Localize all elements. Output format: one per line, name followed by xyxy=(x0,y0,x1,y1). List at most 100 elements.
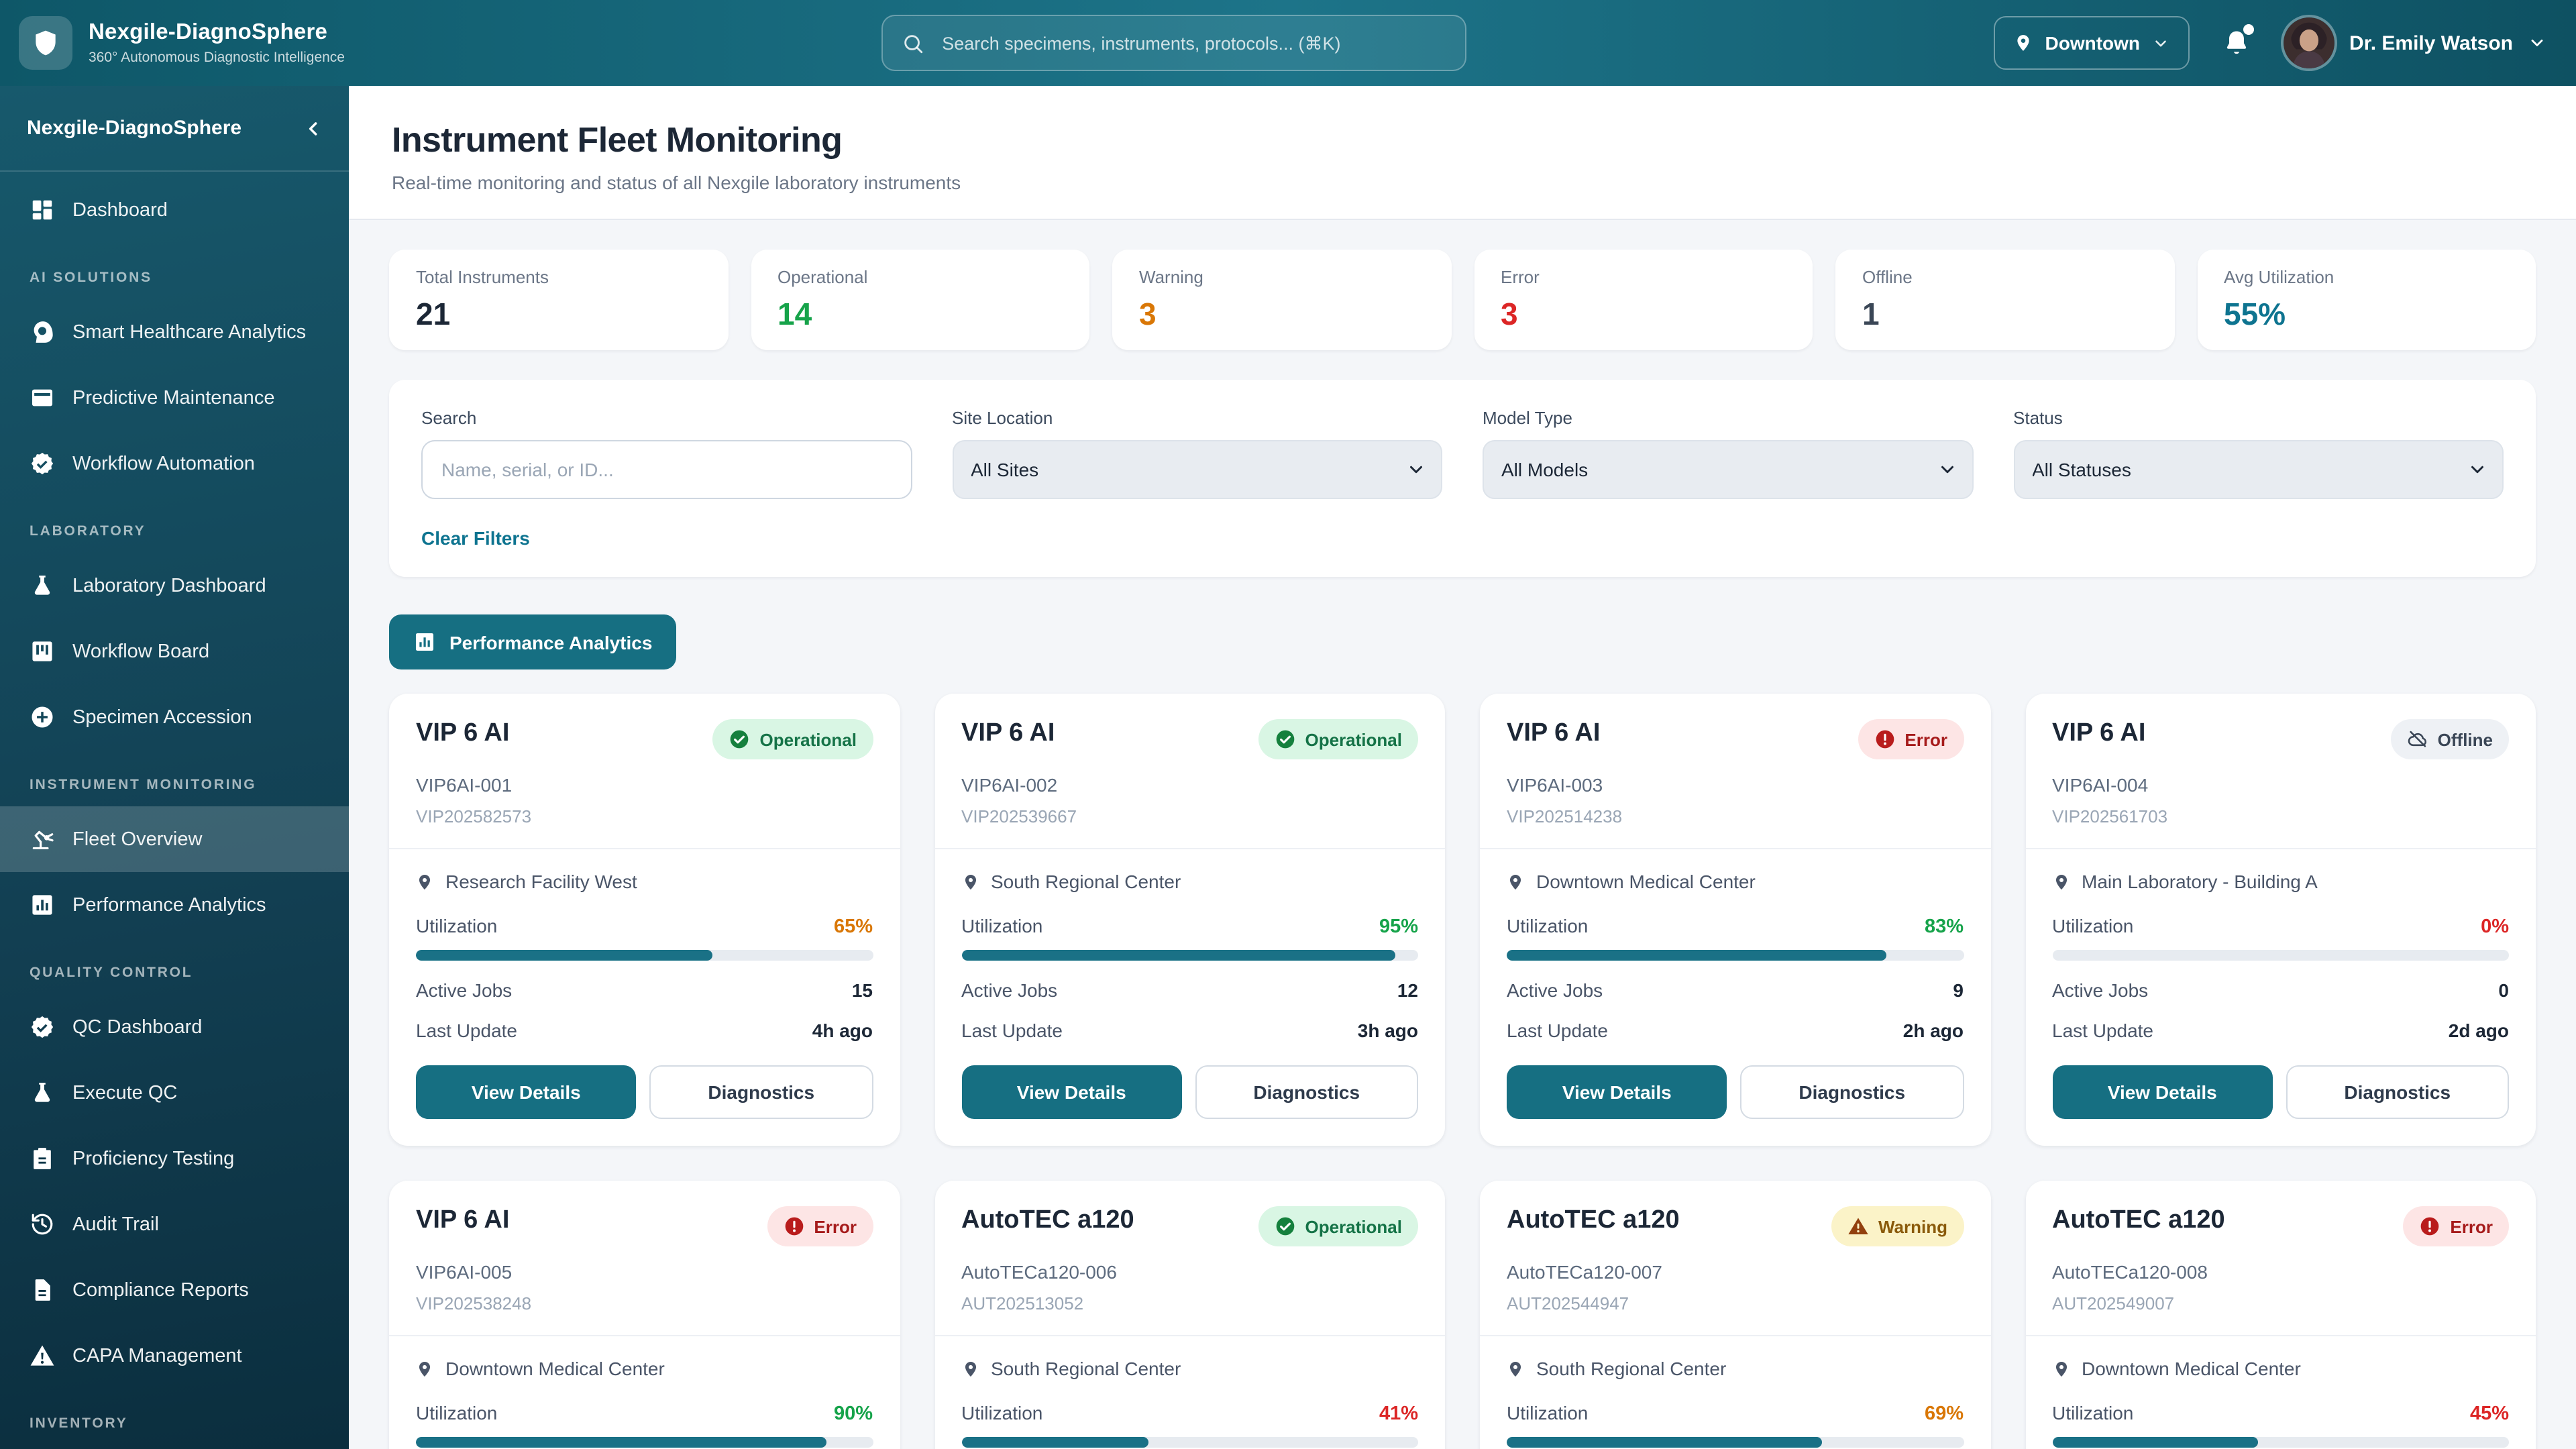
view-details-button[interactable]: View Details xyxy=(416,1065,637,1119)
utilization-label: Utilization xyxy=(2052,915,2134,936)
history-icon xyxy=(30,1212,55,1237)
model-type-select[interactable]: All Models xyxy=(1483,440,1973,499)
status-label: Operational xyxy=(1305,1216,1403,1236)
sidebar-item-execute-qc[interactable]: Execute QC xyxy=(0,1060,349,1126)
check-circle-icon xyxy=(729,729,751,750)
utilization-bar-fill xyxy=(1507,950,1886,961)
sidebar-item-label: Compliance Reports xyxy=(72,1279,249,1301)
check-circle-icon xyxy=(1275,1216,1296,1237)
instrument-model: VIP 6 AI xyxy=(2052,719,2146,747)
utilization-value: 90% xyxy=(833,1403,873,1425)
diagnostics-button[interactable]: Diagnostics xyxy=(1740,1065,1964,1119)
sidebar-item-workflow-board[interactable]: Workflow Board xyxy=(0,619,349,684)
diagnostics-button[interactable]: Diagnostics xyxy=(2286,1065,2509,1119)
notifications-button[interactable] xyxy=(2222,24,2255,58)
user-menu[interactable]: Dr. Emily Watson xyxy=(2284,17,2546,68)
sidebar-item-compliance-reports[interactable]: Compliance Reports xyxy=(0,1257,349,1323)
sidebar-section-inventory: INVENTORY xyxy=(30,1415,128,1432)
sidebar-item-label: Performance Analytics xyxy=(72,894,266,916)
sidebar-collapse-button[interactable] xyxy=(303,117,325,139)
status-badge: Error xyxy=(767,1206,873,1246)
site-name: South Regional Center xyxy=(991,1358,1181,1379)
serial-number: VIP202582573 xyxy=(416,806,532,826)
utilization-label: Utilization xyxy=(961,915,1043,936)
sidebar-item-audit-trail[interactable]: Audit Trail xyxy=(0,1191,349,1257)
sidebar-item-proficiency-testing[interactable]: Proficiency Testing xyxy=(0,1126,349,1191)
sidebar-item-label: Smart Healthcare Analytics xyxy=(72,321,307,343)
active-jobs-value: 0 xyxy=(2498,979,2509,1001)
status-label: Operational xyxy=(759,729,857,749)
sidebar-item-performance-analytics[interactable]: Performance Analytics xyxy=(0,872,349,938)
last-update-value: 2h ago xyxy=(1902,1020,1964,1041)
sidebar-item-label: QC Dashboard xyxy=(72,1016,203,1038)
stat-value: 21 xyxy=(416,297,451,331)
view-details-button[interactable]: View Details xyxy=(1507,1065,1727,1119)
performance-analytics-label: Performance Analytics xyxy=(449,631,653,653)
diagnostics-button[interactable]: Diagnostics xyxy=(1195,1065,1418,1119)
main-content: Instrument Fleet Monitoring Real-time mo… xyxy=(349,86,2576,1449)
sidebar-item-predictive-maintenance[interactable]: Predictive Maintenance xyxy=(0,365,349,431)
device-id: AutoTECa120-006 xyxy=(961,1261,1117,1283)
dashboard-icon xyxy=(30,197,55,223)
site-location-select[interactable]: All Sites xyxy=(952,440,1442,499)
view-details-button[interactable]: View Details xyxy=(2052,1065,2273,1119)
sidebar-item-specimen-accession[interactable]: Specimen Accession xyxy=(0,684,349,750)
performance-analytics-button[interactable]: Performance Analytics xyxy=(389,614,677,669)
status-select[interactable]: All Statuses xyxy=(2013,440,2504,499)
utilization-value: 65% xyxy=(833,916,873,938)
sidebar-item-workflow-automation[interactable]: Workflow Automation xyxy=(0,431,349,496)
global-search[interactable] xyxy=(881,15,1467,71)
device-id: VIP6AI-002 xyxy=(961,774,1058,796)
location-pin-icon xyxy=(2015,34,2033,52)
filter-site-label: Site Location xyxy=(952,408,1053,428)
location-selector[interactable]: Downtown xyxy=(1994,16,2190,70)
sidebar: Nexgile-DiagnoSphere Dashboard AI SOLUTIO… xyxy=(0,86,349,1449)
document-icon xyxy=(30,1277,55,1303)
sidebar-item-qc-dashboard[interactable]: QC Dashboard xyxy=(0,994,349,1060)
stat-label: Warning xyxy=(1139,267,1203,287)
cloud-off-icon xyxy=(2407,729,2428,750)
sidebar-item-laboratory-dashboard[interactable]: Laboratory Dashboard xyxy=(0,553,349,619)
status-label: Operational xyxy=(1305,729,1403,749)
diagnostics-button[interactable]: Diagnostics xyxy=(649,1065,873,1119)
active-jobs-value: 9 xyxy=(1953,979,1964,1001)
status-label: Error xyxy=(2450,1216,2493,1236)
check-circle-icon xyxy=(1275,729,1296,750)
instrument-model: VIP 6 AI xyxy=(1507,719,1601,747)
notification-dot xyxy=(2243,24,2255,35)
status-label: Offline xyxy=(2437,729,2493,749)
utilization-bar xyxy=(961,950,1418,961)
instrument-card-autoteca120-007: AutoTEC a120 Warning AutoTECa120-007 AUT202… xyxy=(1480,1181,1990,1449)
search-icon xyxy=(902,32,924,54)
site-name: South Regional Center xyxy=(991,871,1181,892)
instrument-card-vip6ai-001: VIP 6 AI Operational VIP6AI-001 VIP20258257… xyxy=(389,694,900,1146)
active-jobs-label: Active Jobs xyxy=(961,979,1058,1001)
bar-chart-icon xyxy=(30,892,55,918)
brand: Nexgile-DiagnoSphere 360° Autonomous Dia… xyxy=(19,16,354,70)
utilization-label: Utilization xyxy=(1507,915,1589,936)
sidebar-item-capa-management[interactable]: CAPA Management xyxy=(0,1323,349,1389)
utilization-bar xyxy=(416,950,873,961)
chevron-down-icon xyxy=(2152,34,2169,52)
pin-icon xyxy=(416,873,433,890)
utilization-label: Utilization xyxy=(416,915,498,936)
instrument-model: VIP 6 AI xyxy=(416,1206,510,1234)
stat-card-offline: Offline 1 xyxy=(1835,250,2174,350)
sidebar-item-dashboard[interactable]: Dashboard xyxy=(0,177,349,243)
sidebar-item-smart-healthcare-analytics[interactable]: Smart Healthcare Analytics xyxy=(0,299,349,365)
page-title: Instrument Fleet Monitoring xyxy=(392,119,843,160)
avatar xyxy=(2284,17,2335,68)
view-details-button[interactable]: View Details xyxy=(961,1065,1182,1119)
sidebar-section-quality-control: QUALITY CONTROL xyxy=(30,965,193,981)
global-search-input[interactable] xyxy=(939,32,1447,54)
sidebar-item-label: Execute QC xyxy=(72,1082,178,1104)
instrument-card-autoteca120-008: AutoTEC a120 Error AutoTECa120-008 AUT20254… xyxy=(2025,1181,2536,1449)
active-jobs-label: Active Jobs xyxy=(416,979,513,1001)
utilization-value: 69% xyxy=(1924,1403,1964,1425)
sidebar-item-fleet-overview[interactable]: Fleet Overview xyxy=(0,806,349,872)
filter-search-label: Search xyxy=(421,408,477,428)
clear-filters-link[interactable]: Clear Filters xyxy=(421,527,530,549)
utilization-label: Utilization xyxy=(416,1402,498,1424)
pin-icon xyxy=(1507,873,1524,890)
filter-search-input[interactable] xyxy=(421,440,912,499)
